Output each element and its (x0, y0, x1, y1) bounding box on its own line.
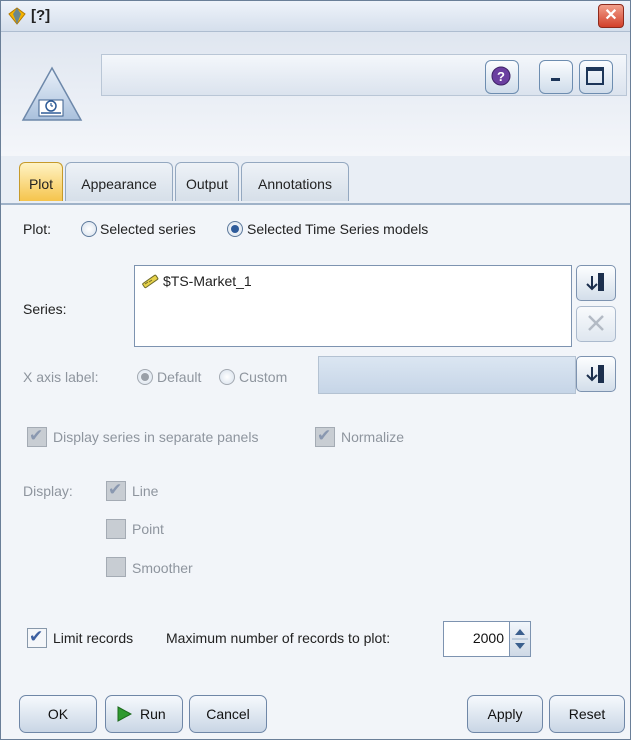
series-label: Series: (23, 301, 67, 317)
display-point-checkbox[interactable] (106, 519, 126, 539)
tab-annotations[interactable]: Annotations (241, 162, 349, 201)
normalize-checkbox[interactable] (315, 426, 335, 447)
max-records-value: 2000 (472, 630, 504, 646)
help-icon: ? (491, 66, 511, 86)
cancel-button[interactable]: Cancel (189, 695, 267, 733)
reset-button[interactable]: Reset (549, 695, 625, 733)
plot-label: Plot: (23, 221, 52, 237)
help-button[interactable]: ? (485, 60, 519, 94)
series-list[interactable]: $TS-Market_1 (134, 265, 572, 347)
window-title: [?] (31, 7, 51, 24)
selected-ts-models-label: Selected Time Series models (247, 221, 429, 237)
maximize-button[interactable] (579, 60, 613, 94)
button-bar: OK Run Cancel Apply Reset (1, 685, 630, 739)
max-records-label: Maximum number of records to plot: (166, 630, 391, 646)
display-smoother-checkbox[interactable] (106, 557, 126, 577)
node-header: ? (1, 32, 630, 156)
display-label: Display: (23, 483, 73, 499)
max-records-stepper[interactable] (509, 621, 531, 657)
run-button[interactable]: Run (105, 695, 183, 733)
display-separate-panels-checkbox[interactable] (27, 426, 47, 447)
series-delete-button[interactable] (576, 306, 616, 342)
ok-button[interactable]: OK (19, 695, 97, 733)
display-line-label: Line (132, 483, 159, 499)
run-label: Run (140, 706, 166, 722)
tab-plot[interactable]: Plot (19, 162, 63, 201)
x-axis-pick-button[interactable] (576, 356, 616, 392)
close-button[interactable]: ✕ (598, 4, 624, 28)
close-icon: ✕ (604, 7, 618, 24)
selected-ts-models-radio[interactable] (227, 221, 243, 237)
diamond-app-icon (8, 7, 26, 25)
x-axis-custom-label: Custom (239, 369, 288, 385)
apply-button[interactable]: Apply (467, 695, 543, 733)
run-icon (117, 706, 132, 722)
minimize-button[interactable] (539, 60, 573, 94)
maximize-icon (586, 67, 604, 85)
limit-records-checkbox[interactable] (27, 627, 47, 648)
plot-tab-panel: Plot: Selected series Selected Time Seri… (1, 205, 630, 685)
selected-series-radio[interactable] (81, 221, 97, 237)
x-axis-custom-radio[interactable] (219, 369, 235, 385)
field-picker-icon (586, 273, 604, 291)
display-line-checkbox[interactable] (106, 480, 126, 501)
series-pick-button[interactable] (576, 265, 616, 301)
stepper-arrows-icon (512, 629, 528, 649)
dialog-window: [?] ✕ ? Plot Appearance Output Annotatio… (0, 0, 631, 740)
tab-output[interactable]: Output (175, 162, 239, 201)
x-axis-default-label: Default (157, 369, 202, 385)
display-point-label: Point (132, 521, 164, 537)
normalize-label: Normalize (341, 429, 405, 445)
svg-text:?: ? (497, 69, 505, 84)
max-records-input[interactable]: 2000 (443, 621, 511, 657)
title-bar[interactable]: [?] ✕ (1, 1, 630, 32)
series-item-name: $TS-Market_1 (163, 273, 252, 289)
selected-series-label: Selected series (100, 221, 196, 237)
time-plot-node-icon (21, 66, 83, 121)
minimize-icon (551, 78, 560, 81)
tab-bar: Plot Appearance Output Annotations (1, 156, 630, 205)
tab-appearance[interactable]: Appearance (65, 162, 173, 201)
model-icon (142, 274, 159, 289)
field-picker-icon (586, 365, 604, 383)
x-axis-custom-input[interactable] (318, 356, 576, 394)
display-separate-panels-label: Display series in separate panels (53, 429, 259, 445)
x-axis-label: X axis label: (23, 369, 99, 385)
x-axis-default-radio[interactable] (137, 369, 153, 385)
display-smoother-label: Smoother (132, 560, 193, 576)
delete-icon (588, 315, 604, 331)
limit-records-label: Limit records (53, 630, 134, 646)
